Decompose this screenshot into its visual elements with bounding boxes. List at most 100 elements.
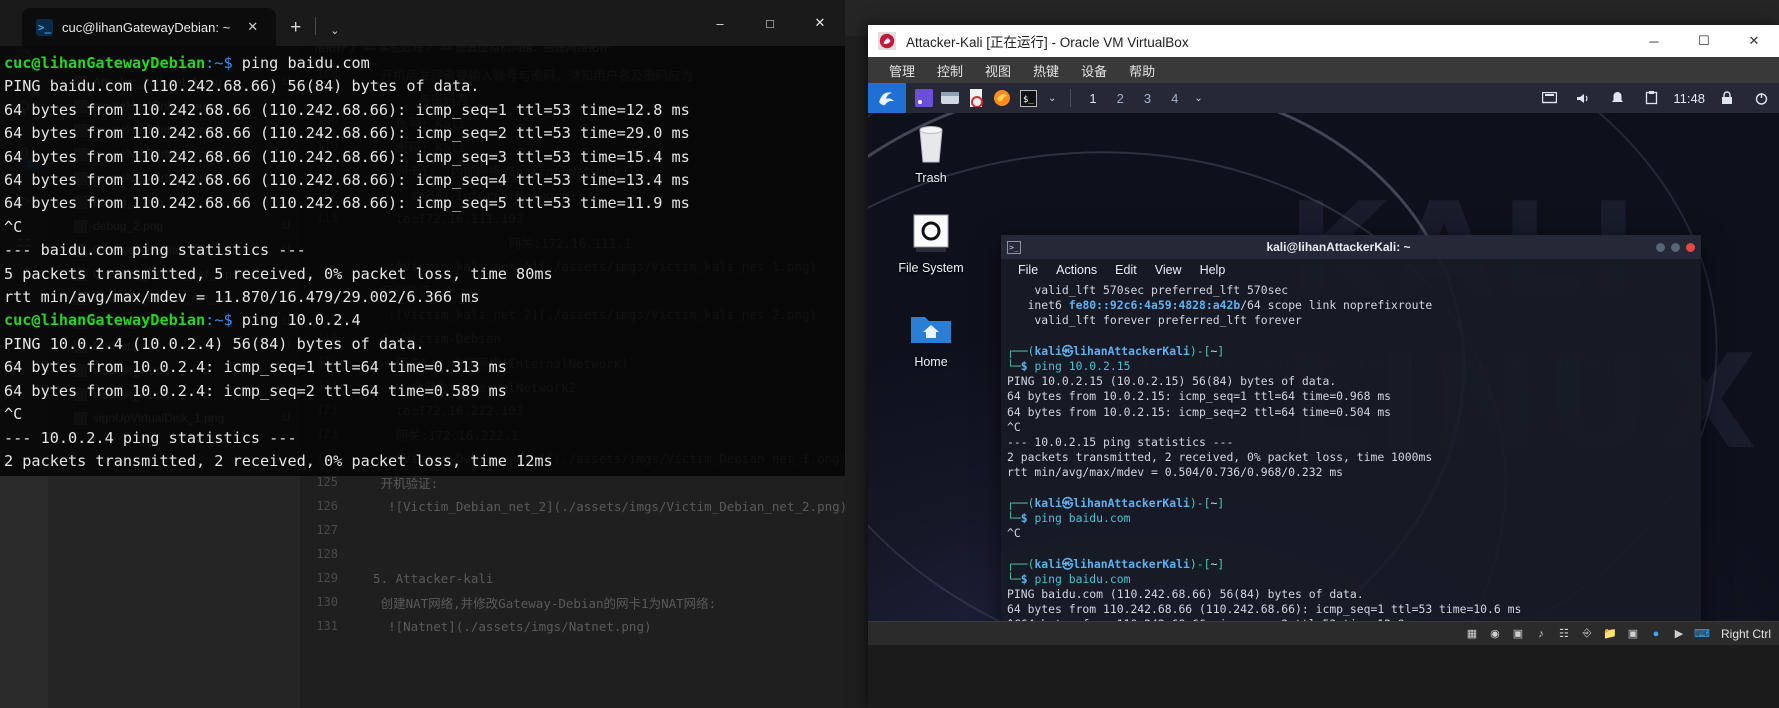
- chevron-down-icon[interactable]: ⌄: [1042, 93, 1062, 104]
- kali-menu-item[interactable]: File: [1009, 263, 1047, 277]
- display-icon[interactable]: [1537, 87, 1561, 109]
- kali-output-line: ^C: [1007, 526, 1021, 541]
- desktop-icon-trash[interactable]: Trash: [888, 121, 974, 185]
- notification-icon[interactable]: [1605, 87, 1629, 109]
- kali-menu-item[interactable]: Help: [1191, 263, 1235, 277]
- line-text: ![Natnet](./assets/imgs/Natnet.png): [358, 618, 652, 634]
- kali-menu-item[interactable]: View: [1146, 263, 1191, 277]
- line-number: 129: [316, 571, 338, 585]
- audio-status-icon[interactable]: ♪: [1533, 627, 1549, 641]
- terminal-output-line: 64 bytes from 110.242.68.66 (110.242.68.…: [4, 147, 690, 166]
- trash-icon: [888, 121, 974, 167]
- close-icon[interactable]: ✕: [239, 19, 266, 35]
- maximize-button[interactable]: ☐: [1679, 25, 1729, 57]
- power-icon[interactable]: [1749, 87, 1773, 109]
- terminal-output[interactable]: cuc@lihanGatewayDebian:~$ ping baidu.com…: [0, 46, 845, 476]
- optical-disk-status-icon[interactable]: ◉: [1487, 627, 1503, 641]
- home-folder-icon: [888, 305, 974, 351]
- prompt-part: ㉿: [1061, 556, 1074, 571]
- output-part: /64 scope link noprefixroute: [1240, 298, 1433, 313]
- prompt-part: ㉿: [1061, 343, 1074, 358]
- line-number: 125: [316, 475, 338, 489]
- line-text: ![Victim_Debian_net_2](./assets/imgs/Vic…: [358, 498, 848, 514]
- prompt-part: )-[: [1189, 343, 1211, 358]
- maximize-button[interactable]: [1671, 242, 1680, 252]
- text-editor-icon[interactable]: [964, 87, 988, 109]
- clock[interactable]: 11:48: [1673, 91, 1705, 106]
- minimize-button[interactable]: [1656, 242, 1665, 252]
- close-button[interactable]: ✕: [795, 0, 845, 46]
- close-button[interactable]: ✕: [1729, 25, 1779, 57]
- minimize-button[interactable]: –: [695, 0, 745, 46]
- firefox-icon[interactable]: [990, 87, 1014, 109]
- volume-icon[interactable]: [1571, 87, 1595, 109]
- virtualbox-title-bar[interactable]: Attacker-Kali [正在运行] - Oracle VM Virtual…: [868, 25, 1779, 57]
- close-button[interactable]: [1686, 242, 1695, 252]
- kali-output-line: 64 bytes from 110.242.68.66 (110.242.68.…: [1007, 602, 1522, 617]
- workspace-button-2[interactable]: 2: [1107, 91, 1134, 106]
- workspace-chevron-down-icon[interactable]: ⌄: [1188, 93, 1208, 104]
- command-part: ping baidu.com: [1034, 571, 1131, 586]
- command-part: $: [1020, 571, 1035, 586]
- mouse-status-icon[interactable]: ▶: [1671, 627, 1687, 641]
- kali-panel: $_ ⌄ 1234 ⌄ 11:48: [868, 83, 1779, 113]
- chevron-down-icon[interactable]: ⌄: [316, 24, 353, 37]
- file-manager-icon[interactable]: [938, 87, 962, 109]
- kali-desktop[interactable]: KALI LINUX The quieter you become, the m…: [868, 113, 1779, 621]
- usb-status-icon[interactable]: ⎆: [1579, 627, 1595, 641]
- kali-dragon-icon[interactable]: [868, 83, 906, 113]
- virtualbox-menu-item[interactable]: 设备: [1070, 61, 1118, 80]
- floppy-status-icon[interactable]: ▣: [1510, 627, 1526, 641]
- desktop-icon-filesystem[interactable]: File System: [888, 211, 974, 275]
- kali-prompt-line: ┌──(kali㉿lihanAttackerKali)-[~]: [1007, 344, 1695, 359]
- terminal-icon[interactable]: $_: [1016, 87, 1040, 109]
- powershell-icon: >_: [36, 18, 53, 36]
- virtualbox-menu-item[interactable]: 帮助: [1118, 61, 1166, 80]
- kali-terminal-output[interactable]: valid_lft 570sec preferred_lft 570sec in…: [1001, 281, 1701, 621]
- output-part: fe80::92c6:4a59:4828:a42b: [1068, 298, 1241, 313]
- recording-status-icon[interactable]: ●: [1648, 627, 1664, 641]
- virtualbox-menu-item[interactable]: 热键: [1022, 61, 1070, 80]
- desktop-icon-home[interactable]: Home: [888, 305, 974, 369]
- maximize-button[interactable]: □: [745, 0, 795, 46]
- keyboard-status-icon[interactable]: ⌨: [1694, 627, 1710, 641]
- clipboard-icon[interactable]: [1639, 87, 1663, 109]
- output-part: inet6: [1007, 298, 1069, 313]
- lock-icon[interactable]: [1715, 87, 1739, 109]
- prompt-part: lihanAttackerKali: [1073, 343, 1190, 358]
- virtualbox-menu-item[interactable]: 控制: [926, 61, 974, 80]
- terminal-tab[interactable]: >_ cuc@lihanGatewayDebian: ~ ✕: [22, 8, 277, 46]
- kali-output-line: inet6 fe80::92c6:4a59:4828:a42b/64 scope…: [1007, 298, 1695, 313]
- prompt-path: :~$: [205, 311, 233, 330]
- shared-folders-status-icon[interactable]: 📁: [1602, 627, 1618, 641]
- kali-blank-line: [1007, 329, 1695, 344]
- prompt-part: kali: [1034, 495, 1062, 510]
- kali-terminal-title-bar[interactable]: >_ kali@lihanAttackerKali: ~: [1001, 235, 1701, 259]
- terminal-title-bar[interactable]: >_ cuc@lihanGatewayDebian: ~ ✕ + ⌄ – □ ✕: [0, 0, 845, 46]
- workspace-button-3[interactable]: 3: [1134, 91, 1161, 106]
- workspace-button-1[interactable]: 1: [1079, 91, 1106, 106]
- kali-launchers: $_ ⌄: [906, 87, 1062, 109]
- kali-output-line: 2 packets transmitted, 2 received, 0% pa…: [1007, 450, 1433, 465]
- workspace-button-4[interactable]: 4: [1161, 91, 1188, 106]
- new-tab-button[interactable]: +: [276, 17, 315, 39]
- terminal-output-line: 64 bytes from 110.242.68.66 (110.242.68.…: [4, 171, 690, 190]
- command-part: ping baidu.com: [1034, 511, 1131, 526]
- harddisk-status-icon[interactable]: ▦: [1464, 627, 1480, 641]
- virtualbox-menu-item[interactable]: 管理: [878, 61, 926, 80]
- minimize-button[interactable]: ─: [1629, 25, 1679, 57]
- prompt-command: ping 10.0.2.4: [232, 311, 361, 330]
- kali-menu-item[interactable]: Edit: [1106, 263, 1146, 277]
- network-status-icon[interactable]: ☷: [1556, 627, 1572, 641]
- terminal-prompt-line: cuc@lihanGatewayDebian:~$ ping baidu.com: [4, 52, 845, 75]
- terminal-output-line: PING 10.0.2.4 (10.0.2.4) 56(84) bytes of…: [4, 334, 425, 353]
- virtualbox-menu-item[interactable]: 视图: [974, 61, 1022, 80]
- prompt-part: ㉿: [1061, 495, 1074, 510]
- terminal-output-line: ^C: [4, 217, 23, 236]
- kali-menu-item[interactable]: Actions: [1047, 263, 1106, 277]
- app-grid-icon[interactable]: [912, 87, 936, 109]
- display-status-icon[interactable]: ▣: [1625, 627, 1641, 641]
- workspace-switcher: 1234: [1079, 91, 1188, 106]
- terminal-output-line: 5 packets transmitted, 5 received, 0% pa…: [4, 264, 553, 283]
- command-part: └─: [1007, 571, 1021, 586]
